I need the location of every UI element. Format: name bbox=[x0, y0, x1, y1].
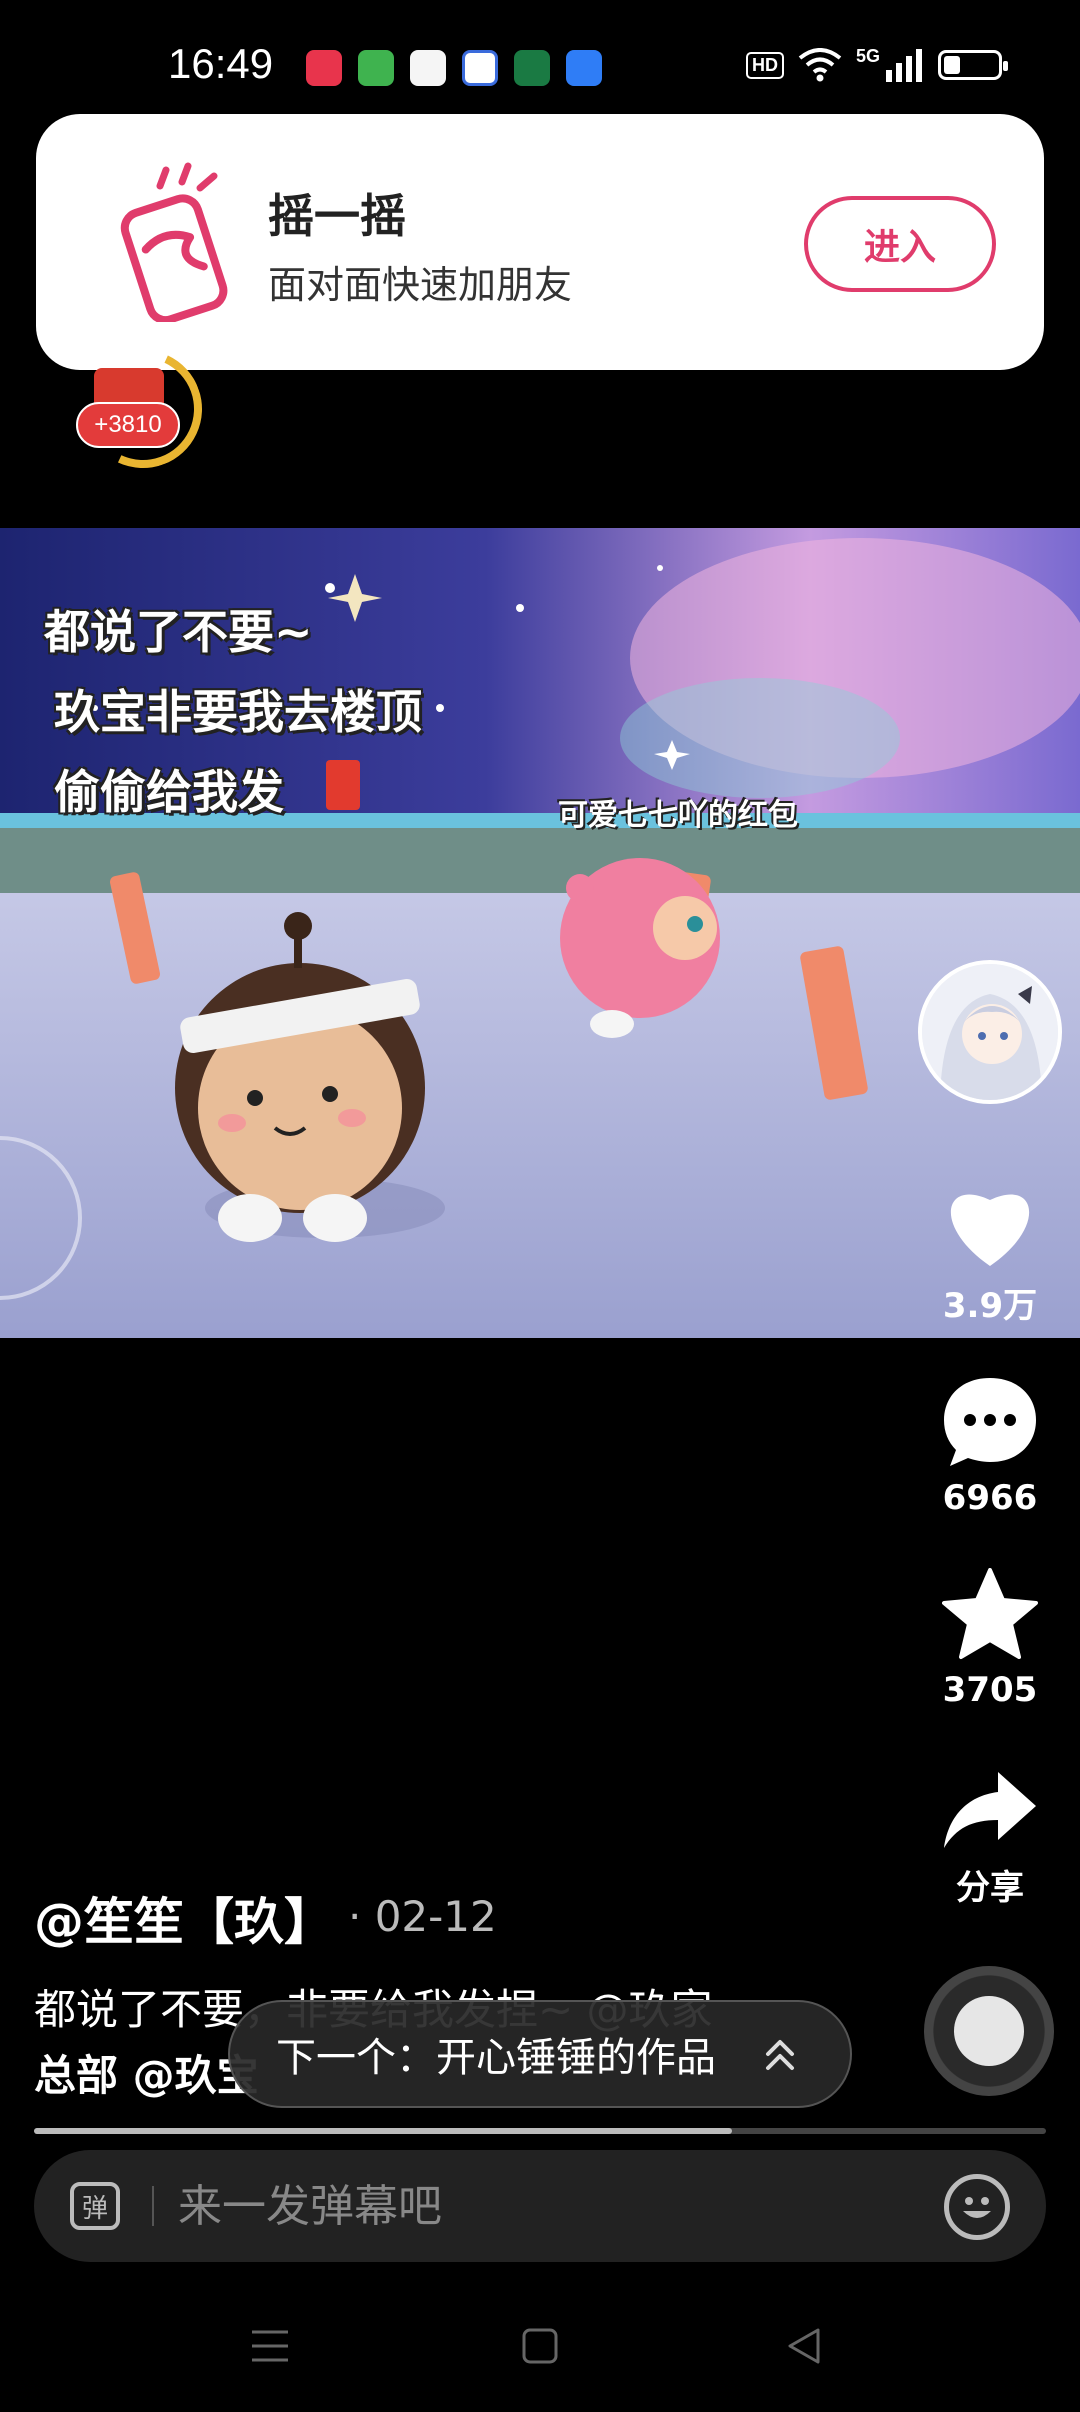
share-button[interactable]: 分享 bbox=[918, 1770, 1062, 1909]
enter-button[interactable]: 进入 bbox=[804, 196, 996, 292]
video-caption-line-3: 偷偷给我发 bbox=[54, 765, 284, 819]
danmaku-input[interactable] bbox=[178, 2172, 918, 2240]
smiley-icon bbox=[963, 2197, 991, 2218]
app-icon-5 bbox=[514, 50, 550, 86]
favorite-count: 3705 bbox=[942, 1670, 1038, 1710]
notification-subtitle: 面对面快速加朋友 bbox=[268, 263, 573, 307]
shake-notification-card[interactable]: 摇一摇 面对面快速加朋友 进入 bbox=[36, 114, 1044, 370]
system-icons: HD 5G bbox=[745, 45, 1008, 82]
video-progress-bar[interactable] bbox=[34, 2128, 1046, 2134]
app-icon-4 bbox=[462, 50, 498, 86]
next-video-label: 下一个：开心锤锤的作品 bbox=[276, 2035, 716, 2081]
video-caption-line-1: 都说了不要~ bbox=[44, 605, 313, 659]
divider bbox=[152, 2186, 154, 2226]
video-progress-fill bbox=[34, 2128, 733, 2134]
star-icon bbox=[942, 1568, 1038, 1659]
comment-count: 6966 bbox=[942, 1478, 1038, 1518]
hd-badge: HD bbox=[745, 51, 784, 79]
network-label: 5G bbox=[855, 45, 880, 66]
post-date: · 02-12 bbox=[348, 1892, 497, 1941]
heart-icon bbox=[950, 1194, 1030, 1266]
music-cover bbox=[954, 1996, 1024, 2066]
signal-icon bbox=[886, 49, 922, 82]
video-inline-label: 可爱七七吖的红包 bbox=[558, 798, 798, 833]
danmaku-bar: 弹 bbox=[34, 2150, 1046, 2262]
notification-title: 摇一摇 bbox=[268, 189, 406, 243]
next-video-pill[interactable]: 下一个：开心锤锤的作品 bbox=[228, 2000, 852, 2108]
share-icon bbox=[944, 1772, 1036, 1848]
app-icon-2 bbox=[358, 50, 394, 86]
comment-button[interactable]: 6966 bbox=[918, 1376, 1062, 1518]
music-disc[interactable] bbox=[924, 1966, 1054, 2096]
favorite-button[interactable]: 3705 bbox=[918, 1568, 1062, 1710]
system-nav-bar bbox=[0, 2290, 1080, 2400]
double-chevron-up-icon bbox=[766, 2040, 794, 2070]
wifi-icon bbox=[798, 48, 842, 82]
share-label: 分享 bbox=[956, 1868, 1024, 1908]
battery-icon bbox=[938, 50, 1008, 80]
notification-icons bbox=[306, 50, 602, 86]
like-count: 3.9万 bbox=[942, 1286, 1038, 1326]
app-icon-1 bbox=[306, 50, 342, 86]
author-name[interactable]: @笙笙【玖】 bbox=[34, 1882, 334, 1954]
avatar-image bbox=[922, 964, 1058, 1100]
red-packet-widget[interactable]: +3810 bbox=[67, 333, 219, 485]
video-caption-line-2: 玖宝非要我去楼顶 bbox=[54, 685, 422, 739]
menu-icon[interactable] bbox=[250, 2326, 290, 2366]
author-avatar[interactable] bbox=[918, 960, 1062, 1104]
like-button[interactable]: 3.9万 bbox=[918, 1184, 1062, 1327]
comment-icon bbox=[944, 1378, 1036, 1466]
app-icon-3 bbox=[410, 50, 446, 86]
post-caption-line-2[interactable]: 总部 @玖宝 bbox=[34, 2042, 259, 2103]
shake-icon bbox=[120, 162, 228, 322]
back-icon[interactable] bbox=[784, 2326, 824, 2366]
emoji-button[interactable] bbox=[944, 2174, 1010, 2240]
status-time: 16:49 bbox=[168, 40, 274, 87]
home-icon[interactable] bbox=[520, 2326, 560, 2366]
status-bar: 16:49 HD 5G bbox=[0, 0, 1080, 110]
red-packet-amount: +3810 bbox=[76, 402, 180, 448]
danmaku-toggle-icon[interactable]: 弹 bbox=[70, 2182, 120, 2230]
app-icon-6 bbox=[566, 50, 602, 86]
red-envelope-sticker-icon bbox=[326, 760, 360, 810]
